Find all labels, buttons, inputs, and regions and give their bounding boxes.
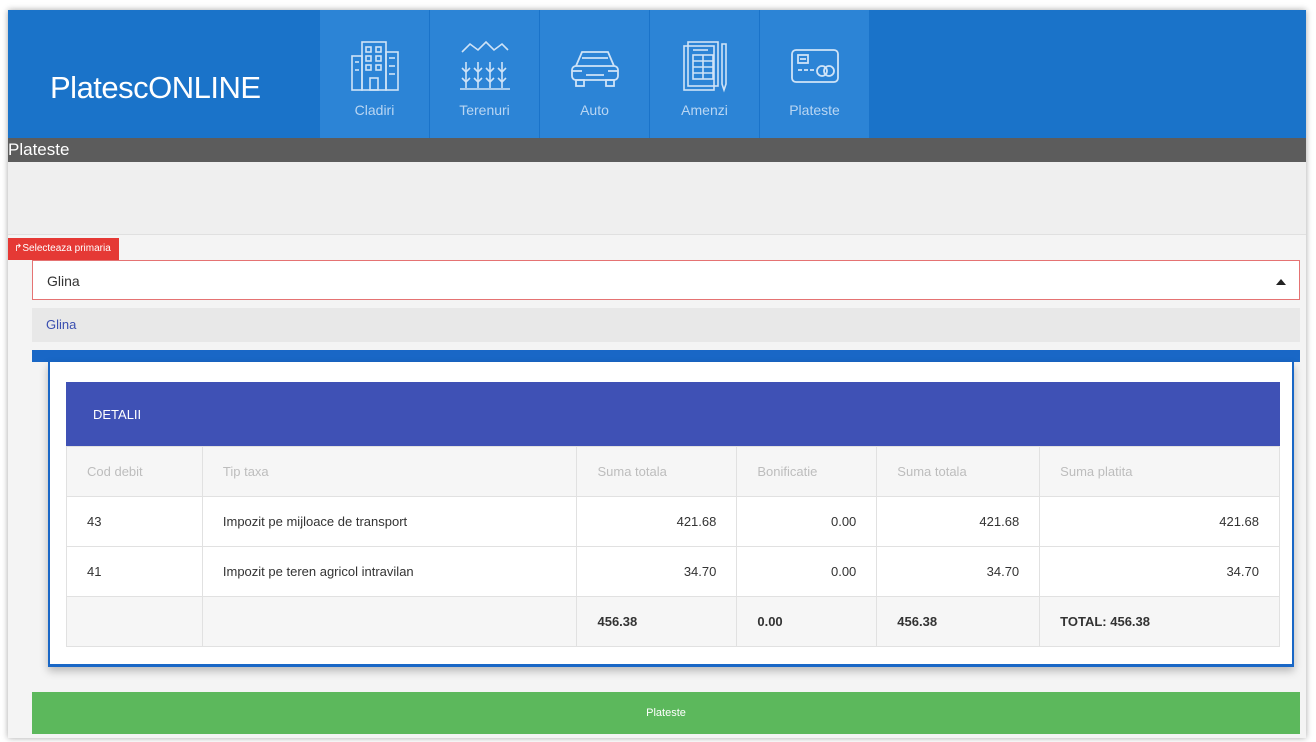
column-header: Bonificatie — [736, 446, 878, 497]
total-suma-totala: 456.38 — [576, 596, 738, 647]
cell-suma-totala: 34.70 — [576, 546, 738, 597]
nav-item-terenuri[interactable]: Terenuri — [430, 10, 540, 138]
totals-row: 456.38 0.00 456.38 TOTAL: 456.38 — [66, 596, 1280, 647]
nav-label: Auto — [580, 102, 609, 118]
nav-item-amenzi[interactable]: Amenzi — [650, 10, 760, 138]
caret-up-icon — [1276, 279, 1286, 285]
land-icon — [459, 40, 510, 90]
table-row: 41 Impozit pe teren agricol intravilan 3… — [66, 546, 1280, 597]
nav-item-cladiri[interactable]: Cladiri — [320, 10, 430, 138]
divider — [8, 234, 1306, 235]
column-header: Tip taxa — [201, 446, 578, 497]
dropdown-option[interactable]: Glina — [32, 308, 1300, 342]
column-header: Cod debit — [66, 446, 203, 497]
building-icon — [350, 41, 399, 91]
cell-cod-debit: 41 — [66, 546, 203, 597]
primaria-select[interactable]: Glina — [32, 260, 1300, 300]
cell-tip-taxa: Impozit pe mijloace de transport — [201, 496, 578, 547]
tag-label: Selecteaza primaria — [22, 243, 111, 254]
credit-card-icon — [790, 49, 839, 83]
page-title-bar: Plateste — [8, 138, 1306, 162]
section-strip — [32, 350, 1300, 362]
top-header: PlatescONLINE Cladiri Terenuri Auto Amen… — [8, 10, 1306, 138]
cell-suma-platita: 421.68 — [1039, 496, 1280, 547]
nav-label: Plateste — [789, 102, 840, 118]
pay-button[interactable]: Plateste — [32, 692, 1300, 734]
table-header-row: Cod debit Tip taxa Suma totala Bonificat… — [66, 446, 1280, 497]
brand-logo[interactable]: PlatescONLINE — [50, 70, 261, 106]
nav-label: Amenzi — [681, 102, 728, 118]
total-suma-totala: 456.38 — [876, 596, 1041, 647]
app-window: PlatescONLINE Cladiri Terenuri Auto Amen… — [8, 10, 1306, 738]
select-value: Glina — [47, 273, 80, 289]
document-icon — [682, 41, 727, 93]
cell-suma-platita: 34.70 — [1039, 546, 1280, 597]
cell-suma-totala: 421.68 — [876, 496, 1041, 547]
nav-label: Terenuri — [459, 102, 510, 118]
main-nav: Cladiri Terenuri Auto Amenzi Plateste — [320, 10, 870, 138]
cell-cod-debit: 43 — [66, 496, 203, 547]
column-header: Suma totala — [876, 446, 1041, 497]
cell-suma-totala: 34.70 — [876, 546, 1041, 597]
nav-label: Cladiri — [354, 102, 395, 118]
total-bonificatie: 0.00 — [736, 596, 878, 647]
option-label: Glina — [46, 317, 77, 332]
table-row: 43 Impozit pe mijloace de transport 421.… — [66, 496, 1280, 547]
total-cell — [66, 596, 203, 647]
grand-total: TOTAL: 456.38 — [1039, 596, 1280, 647]
cell-tip-taxa: Impozit pe teren agricol intravilan — [201, 546, 578, 597]
header-band — [8, 162, 1306, 234]
car-icon — [570, 51, 619, 87]
cell-bonificatie: 0.00 — [736, 546, 878, 597]
total-cell — [201, 596, 578, 647]
details-card: DETALII Cod debit Tip taxa Suma totala B… — [48, 362, 1294, 667]
cell-suma-totala: 421.68 — [576, 496, 738, 547]
details-header: DETALII — [66, 382, 1280, 446]
nav-item-auto[interactable]: Auto — [540, 10, 650, 138]
details-title: DETALII — [93, 407, 142, 422]
details-table: Cod debit Tip taxa Suma totala Bonificat… — [66, 446, 1280, 647]
page-title: Plateste — [8, 140, 70, 159]
column-header: Suma totala — [576, 446, 738, 497]
cell-bonificatie: 0.00 — [736, 496, 878, 547]
select-primaria-tag: ↱Selecteaza primaria — [8, 238, 119, 260]
column-header: Suma platita — [1039, 446, 1280, 497]
nav-item-plateste[interactable]: Plateste — [760, 10, 870, 138]
